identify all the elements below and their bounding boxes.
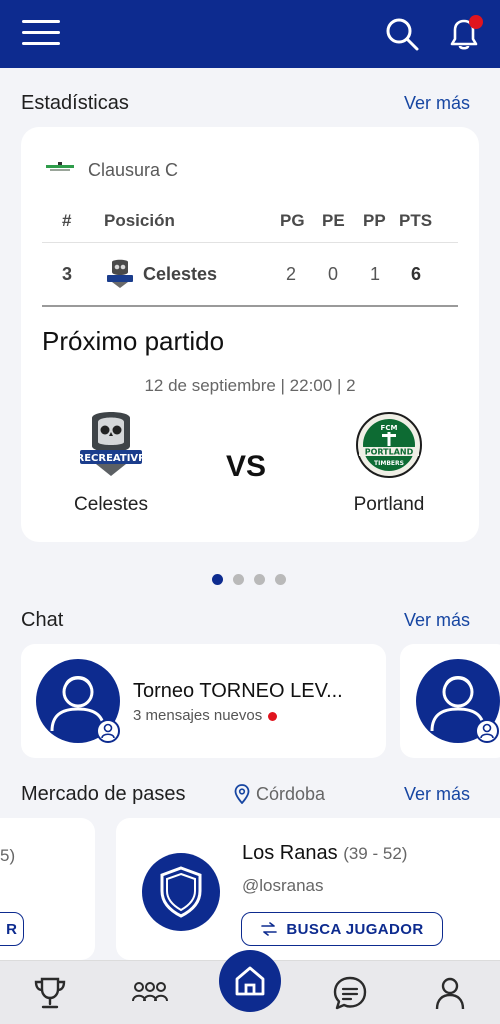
stats-ver-mas-link[interactable]: Ver más [404,93,470,114]
carousel-dot-1[interactable] [212,574,223,585]
col-pts-header: PTS [399,211,433,230]
row-pe: 0 [328,264,339,284]
home-icon [235,966,265,996]
chat-avatar-badge-next [475,719,499,743]
portland-logo[interactable]: FCM PORTLAND TIMBERS [356,412,422,478]
chat-ver-mas-link[interactable]: Ver más [404,610,470,631]
row-rank: 3 [62,264,73,284]
unread-dot [268,711,278,721]
chat-section-title: Chat [21,609,64,631]
league-name: Clausura C [88,160,179,180]
market-team-handle: @losranas [242,876,324,895]
market-location[interactable]: Córdoba [256,784,325,805]
next-match-title: Próximo partido [42,326,225,356]
top-app-bar [0,0,500,68]
celestes-logo[interactable]: RECREATIVP [78,412,144,478]
market-section-title: Mercado de pases [21,783,186,805]
next-match-info: 12 de septiembre | 22:00 | 2 [144,376,356,395]
person-small-icon [101,723,115,739]
trophy-icon[interactable] [32,975,68,1011]
portland-logo-subtext: TIMBERS [374,460,404,467]
busca-jugador-label: BUSCA JUGADOR [286,920,424,938]
carousel-dot-2[interactable] [233,574,244,585]
person-small-icon [480,723,494,739]
chat-item-subtitle: 3 mensajes nuevos [133,707,278,724]
row-team-name: Celestes [143,264,218,284]
league-logo [46,162,74,171]
location-pin-icon [234,784,250,804]
celestes-mini-logo [107,259,133,288]
row-pp: 1 [370,264,381,284]
market-team-age-range: (39 - 52) [343,844,408,863]
portland-logo-top: FCM [381,424,398,432]
col-pp-header: PP [363,211,386,230]
table-divider [42,242,458,243]
row-pts: 6 [411,264,422,284]
home-team-name: Celestes [74,494,148,515]
menu-icon[interactable] [22,20,60,50]
away-team-name: Portland [353,494,425,515]
carousel-dot-3[interactable] [254,574,265,585]
col-position-header: Posición [104,211,175,230]
stats-section-title: Estadísticas [21,92,129,114]
portland-logo-text: PORTLAND [365,448,414,457]
market-ver-mas-link[interactable]: Ver más [404,784,470,805]
row-pg: 2 [286,264,297,284]
busca-jugador-button[interactable]: BUSCA JUGADOR [241,912,443,946]
team-avatar [142,853,220,931]
chat-item-title: Torneo TORNEO LEV... [133,680,343,702]
carousel-indicator [212,574,286,585]
market-team-name: Los Ranas (39 - 52) [242,842,407,865]
chat-avatar-badge [96,719,120,743]
swap-icon [261,922,278,936]
market-team-name-text: Los Ranas [242,842,338,864]
carousel-dot-4[interactable] [275,574,286,585]
celestes-logo-text: RECREATIVP [78,453,144,464]
home-button[interactable] [219,950,281,1012]
bell-icon[interactable] [444,14,484,54]
prev-card-button-label: R [6,920,17,938]
notification-dot [469,15,483,29]
col-pe-header: PE [322,211,345,230]
table-bottom-divider [42,305,458,307]
search-icon[interactable] [384,16,420,52]
chat-bubble-icon[interactable] [332,975,368,1011]
vs-label: VS [226,450,267,483]
chat-item-subtitle-text: 3 mensajes nuevos [133,707,263,724]
col-pg-header: PG [280,211,305,230]
profile-icon[interactable] [432,975,468,1011]
prev-card-range-fragment: 5) [0,846,16,865]
team-icon[interactable] [130,975,170,1011]
col-rank-header: # [62,211,72,230]
shield-icon [160,866,202,918]
prev-card-button[interactable]: R [0,912,24,946]
